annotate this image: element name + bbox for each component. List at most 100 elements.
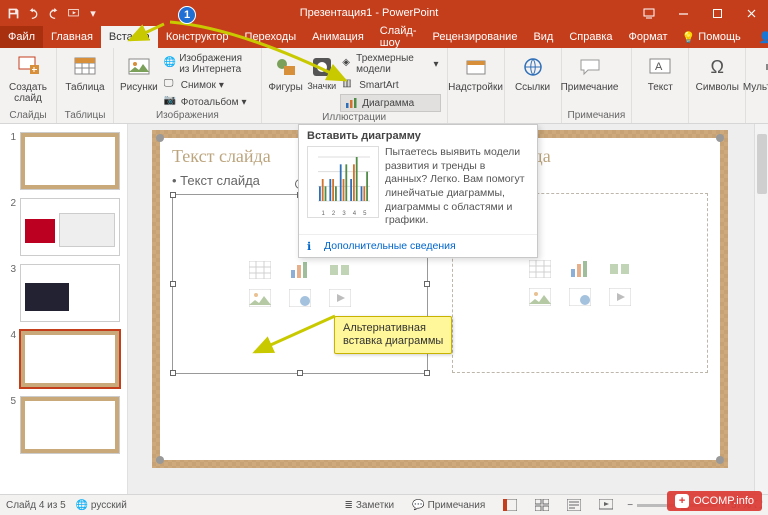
- tab-transitions[interactable]: Переходы: [237, 26, 305, 48]
- view-normal-icon[interactable]: [499, 499, 521, 511]
- slide-thumb-3[interactable]: 3: [0, 260, 127, 326]
- addins-button[interactable]: Надстройки: [454, 50, 498, 93]
- textbox-icon: A: [647, 54, 673, 80]
- ph-picture-icon[interactable]: [249, 289, 271, 307]
- tab-view[interactable]: Вид: [525, 26, 561, 48]
- tooltip-text: Пытаетесь выявить модели развития и трен…: [385, 146, 529, 228]
- tooltip-more-link[interactable]: Дополнительные сведения: [299, 234, 537, 257]
- chevron-down-icon: ▾: [242, 97, 247, 108]
- person-icon: 👤: [759, 31, 768, 44]
- group-tables-label: Таблицы: [63, 110, 107, 123]
- view-slideshow-icon[interactable]: [595, 499, 617, 511]
- slide-thumb-1[interactable]: 1: [0, 128, 127, 194]
- chart-button[interactable]: Диаграмма: [340, 94, 440, 112]
- icons-icon: [309, 54, 335, 80]
- tell-me[interactable]: 💡Помощь: [676, 31, 747, 44]
- slide-thumbnails-pane[interactable]: 1 2 3 4 5: [0, 124, 128, 494]
- view-reading-icon[interactable]: [563, 499, 585, 511]
- photo-album-button[interactable]: 📷Фотоальбом ▾: [162, 94, 255, 110]
- chart-tooltip: Вставить диаграмму 12345 Пытаетесь выяви…: [298, 124, 538, 258]
- links-button[interactable]: Ссылки: [511, 50, 555, 93]
- globe-icon: 🌐: [164, 57, 176, 71]
- corner-pin-icon: [156, 456, 164, 464]
- media-button[interactable]: Мультимедиа: [752, 50, 768, 93]
- svg-text:3: 3: [342, 211, 346, 217]
- new-slide-button[interactable]: Создать слайд: [6, 50, 50, 104]
- annotation-callout: Альтернативнаявставка диаграммы: [334, 316, 452, 354]
- ph-online-picture-icon[interactable]: [569, 288, 591, 306]
- zoom-out-icon[interactable]: −: [627, 500, 633, 511]
- chevron-down-icon: ▾: [219, 80, 224, 91]
- slide-thumb-4[interactable]: 4: [0, 326, 127, 392]
- tooltip-title: Вставить диаграмму: [299, 125, 537, 144]
- maximize-button[interactable]: [700, 0, 734, 26]
- ph-online-picture-icon[interactable]: [289, 289, 311, 307]
- ph-table-icon[interactable]: [529, 260, 551, 278]
- symbols-button[interactable]: ΩСимволы: [695, 50, 739, 93]
- speaker-icon: [761, 54, 768, 80]
- shapes-button[interactable]: Фигуры: [268, 50, 304, 93]
- status-language[interactable]: 🌐 русский: [76, 500, 127, 511]
- undo-icon[interactable]: [24, 4, 42, 22]
- group-comments-label: Примечания: [568, 110, 626, 123]
- tab-design[interactable]: Конструктор: [158, 26, 237, 48]
- icons-button[interactable]: Значки: [307, 50, 336, 92]
- slide-editor[interactable]: Текст слайда • Текст слайда: [128, 124, 768, 494]
- close-button[interactable]: [734, 0, 768, 26]
- view-sorter-icon[interactable]: [531, 499, 553, 511]
- ph-chart-icon[interactable]: [289, 261, 311, 279]
- smartart-button[interactable]: ▥SmartArt: [340, 77, 440, 93]
- 3d-models-button[interactable]: ◈Трехмерные модели ▾: [340, 52, 440, 76]
- start-slideshow-icon[interactable]: [64, 4, 82, 22]
- save-icon[interactable]: [4, 4, 22, 22]
- table-button[interactable]: Таблица: [63, 50, 107, 93]
- online-pictures-button[interactable]: 🌐Изображения из Интернета: [162, 52, 255, 76]
- status-slide-number: Слайд 4 из 5: [6, 500, 66, 511]
- notes-button[interactable]: ≣ Заметки: [340, 500, 398, 511]
- link-icon: [520, 54, 546, 80]
- slide-thumb-5[interactable]: 5: [0, 392, 127, 458]
- slide-thumb-2[interactable]: 2: [0, 194, 127, 260]
- tab-help[interactable]: Справка: [561, 26, 620, 48]
- new-slide-icon: [15, 54, 41, 80]
- bulb-icon: 💡: [682, 31, 696, 44]
- ph-video-icon[interactable]: [329, 289, 351, 307]
- group-images-label: Изображения: [120, 110, 255, 123]
- chart-icon: [345, 96, 359, 110]
- tab-format[interactable]: Формат: [621, 26, 676, 48]
- tab-insert[interactable]: Вставка: [101, 26, 158, 48]
- svg-text:1: 1: [322, 211, 326, 217]
- ph-smartart-icon[interactable]: [609, 260, 631, 278]
- tab-file[interactable]: Файл: [0, 26, 43, 48]
- minimize-button[interactable]: [666, 0, 700, 26]
- tab-slideshow[interactable]: Слайд-шоу: [372, 26, 425, 48]
- svg-text:A: A: [655, 61, 663, 73]
- tab-home[interactable]: Главная: [43, 26, 101, 48]
- comment-icon: [577, 54, 603, 80]
- svg-text:2: 2: [332, 211, 336, 217]
- comments-pane-button[interactable]: 💬 Примечания: [408, 500, 489, 511]
- ribbon-display-options-icon[interactable]: [632, 0, 666, 26]
- ribbon: Создать слайд Слайды Таблица Таблицы Рис…: [0, 48, 768, 124]
- ph-picture-icon[interactable]: [529, 288, 551, 306]
- ph-video-icon[interactable]: [609, 288, 631, 306]
- shapes-icon: [273, 54, 299, 80]
- ph-chart-icon[interactable]: [569, 260, 591, 278]
- tab-animations[interactable]: Анимация: [304, 26, 372, 48]
- tab-review[interactable]: Рецензирование: [425, 26, 526, 48]
- ph-smartart-icon[interactable]: [329, 261, 351, 279]
- omega-icon: Ω: [704, 54, 730, 80]
- share-button[interactable]: 👤Общий доступ: [753, 25, 768, 49]
- screenshot-button[interactable]: 🖵Снимок ▾: [162, 77, 255, 93]
- redo-icon[interactable]: [44, 4, 62, 22]
- pictures-button[interactable]: Рисунки: [120, 50, 158, 93]
- corner-pin-icon: [716, 134, 724, 142]
- qat-more-icon[interactable]: ▾: [84, 4, 102, 22]
- comment-button[interactable]: Примечание: [568, 50, 612, 93]
- scrollbar-thumb[interactable]: [757, 134, 767, 194]
- screenshot-icon: 🖵: [164, 78, 178, 92]
- addins-icon: [463, 54, 489, 80]
- text-button[interactable]: AТекст: [638, 50, 682, 93]
- ph-table-icon[interactable]: [249, 261, 271, 279]
- vertical-scrollbar[interactable]: [754, 124, 768, 494]
